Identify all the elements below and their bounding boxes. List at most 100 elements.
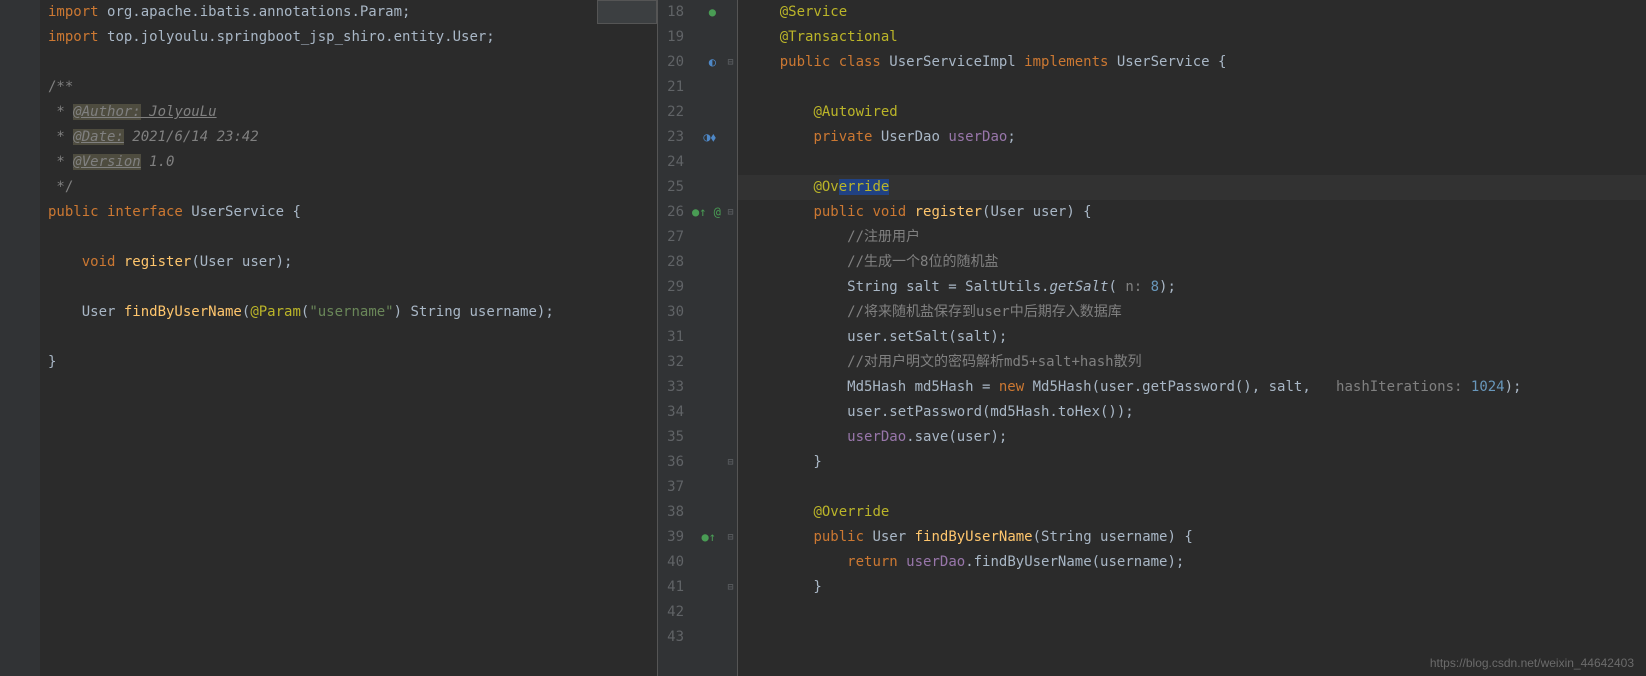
fold-column[interactable]: ⊟ ⊟ ⊟ ⊟ ⊟ [724,0,738,676]
code-line[interactable]: */ [48,175,657,200]
left-code-area[interactable]: import org.apache.ibatis.annotations.Par… [0,0,657,676]
gutter-icon[interactable] [692,500,716,525]
code-line[interactable]: user.setSalt(salt); [746,325,1646,350]
fold-marker[interactable] [724,350,737,375]
fold-marker[interactable] [724,250,737,275]
code-line[interactable]: User findByUserName(@Param("username") S… [48,300,657,325]
gutter-icon[interactable]: ●↑ @ [692,200,716,225]
fold-marker[interactable]: ⊟ [724,525,737,550]
code-line[interactable] [746,600,1646,625]
code-line[interactable]: * @Date: 2021/6/14 23:42 [48,125,657,150]
gutter-icon[interactable]: ● [692,0,716,25]
fold-marker[interactable] [724,300,737,325]
code-line[interactable] [746,475,1646,500]
code-line[interactable]: userDao.save(user); [746,425,1646,450]
fold-marker[interactable] [724,425,737,450]
code-line[interactable]: * @Author: JolyouLu [48,100,657,125]
gutter-icon[interactable]: ◐ [692,50,716,75]
fold-marker[interactable] [724,275,737,300]
fold-marker[interactable] [724,125,737,150]
code-line[interactable]: //对用户明文的密码解析md5+salt+hash散列 [746,350,1646,375]
gutter-icon[interactable] [692,625,716,650]
gutter-icon[interactable] [692,275,716,300]
code-line[interactable] [48,275,657,300]
fold-marker[interactable] [724,625,737,650]
gutter-icon[interactable] [692,325,716,350]
gutter-icon[interactable] [692,100,716,125]
code-line[interactable]: public class UserServiceImpl implements … [746,50,1646,75]
fold-marker[interactable] [724,500,737,525]
right-code[interactable]: @Service @Transactional public class Use… [738,0,1646,676]
code-line[interactable] [746,75,1646,100]
code-line[interactable]: } [746,450,1646,475]
gutter-icon[interactable] [692,550,716,575]
gutter-icon[interactable] [692,25,716,50]
fold-marker[interactable] [724,225,737,250]
code-line[interactable]: @Service [746,0,1646,25]
code-line[interactable]: @Transactional [746,25,1646,50]
left-code[interactable]: import org.apache.ibatis.annotations.Par… [40,0,657,676]
gutter-icon[interactable] [692,400,716,425]
fold-marker[interactable] [724,175,737,200]
fold-marker[interactable] [724,600,737,625]
code-line[interactable] [48,225,657,250]
fold-marker[interactable]: ⊟ [724,450,737,475]
code-line[interactable] [746,150,1646,175]
code-line[interactable]: Md5Hash md5Hash = new Md5Hash(user.getPa… [746,375,1646,400]
gutter-icon[interactable] [692,350,716,375]
code-line[interactable]: @Override [746,500,1646,525]
code-line[interactable]: public interface UserService { [48,200,657,225]
gutter-icon[interactable] [692,150,716,175]
fold-marker[interactable]: ⊟ [724,575,737,600]
code-line[interactable]: @Autowired [746,100,1646,125]
left-gutter [0,0,40,676]
code-line[interactable]: //将来随机盐保存到user中后期存入数据库 [746,300,1646,325]
code-line[interactable]: @Override [746,175,1646,200]
fold-marker[interactable] [724,75,737,100]
code-line[interactable]: private UserDao userDao; [746,125,1646,150]
fold-marker[interactable]: ⊟ [724,200,737,225]
gutter-icon[interactable] [692,375,716,400]
code-line[interactable]: //注册用户 [746,225,1646,250]
fold-marker[interactable] [724,400,737,425]
code-line[interactable]: } [746,575,1646,600]
code-line[interactable]: public void register(User user) { [746,200,1646,225]
gutter-icon[interactable]: ◑⬧ [692,125,716,150]
code-line[interactable] [48,325,657,350]
gutter-icon[interactable] [692,300,716,325]
code-line[interactable]: return userDao.findByUserName(username); [746,550,1646,575]
code-line[interactable] [48,50,657,75]
gutter-icon[interactable] [692,425,716,450]
fold-marker[interactable] [724,150,737,175]
gutter-icon[interactable] [692,450,716,475]
fold-marker[interactable] [724,25,737,50]
code-line[interactable]: * @Version 1.0 [48,150,657,175]
code-line[interactable]: //生成一个8位的随机盐 [746,250,1646,275]
fold-marker[interactable]: ⊟ [724,50,737,75]
gutter-icon[interactable] [692,250,716,275]
fold-marker[interactable] [724,325,737,350]
code-line[interactable]: String salt = SaltUtils.getSalt( n: 8); [746,275,1646,300]
code-line[interactable] [746,625,1646,650]
gutter-icon[interactable] [692,225,716,250]
gutter-icon[interactable] [692,600,716,625]
gutter-icon[interactable]: ●↑ [692,525,716,550]
fold-marker[interactable] [724,550,737,575]
code-line[interactable]: import org.apache.ibatis.annotations.Par… [48,0,657,25]
gutter-icon[interactable] [692,575,716,600]
fold-marker[interactable] [724,0,737,25]
code-line[interactable]: void register(User user); [48,250,657,275]
gutter-icon[interactable] [692,75,716,100]
code-line[interactable]: import top.jolyoulu.springboot_jsp_shiro… [48,25,657,50]
fold-marker[interactable] [724,475,737,500]
line-number: 24 [658,150,684,175]
right-code-area[interactable]: 1819202122232425262728293031323334353637… [658,0,1646,676]
code-line[interactable]: user.setPassword(md5Hash.toHex()); [746,400,1646,425]
code-line[interactable]: /** [48,75,657,100]
code-line[interactable]: public User findByUserName(String userna… [746,525,1646,550]
fold-marker[interactable] [724,100,737,125]
gutter-icon[interactable] [692,475,716,500]
gutter-icon[interactable] [692,175,716,200]
fold-marker[interactable] [724,375,737,400]
code-line[interactable]: } [48,350,657,375]
